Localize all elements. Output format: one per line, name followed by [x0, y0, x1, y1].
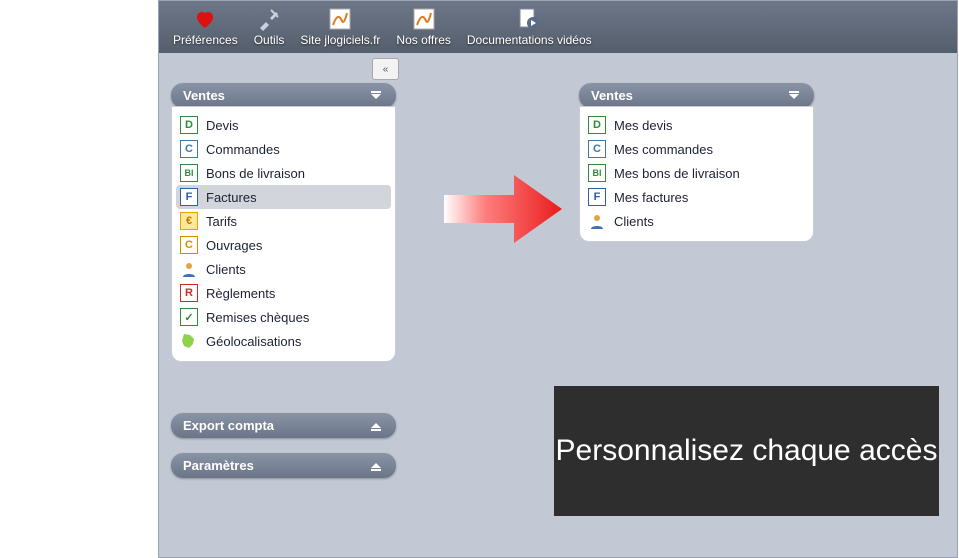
sidebar-item-mes-devis[interactable]: D Mes devis — [584, 113, 809, 137]
toolbar-label: Documentations vidéos — [467, 33, 592, 47]
offers-icon — [412, 7, 436, 31]
row-label: Remises chèques — [206, 310, 309, 325]
doc-d-icon: D — [180, 116, 198, 134]
sidebar-item-tarifs[interactable]: € Tarifs — [176, 209, 391, 233]
doc-c-icon: C — [588, 140, 606, 158]
video-doc-icon — [517, 7, 541, 31]
doc-bl-icon: Bl — [588, 164, 606, 182]
toolbar-site[interactable]: Site jlogiciels.fr — [292, 5, 388, 49]
main-toolbar: Préférences Outils Site jlogiciels.fr No… — [159, 1, 957, 53]
sidebar-item-mes-bons-livraison[interactable]: Bl Mes bons de livraison — [584, 161, 809, 185]
map-france-icon — [180, 332, 198, 350]
panel-title: Export compta — [183, 418, 274, 433]
doc-c2-icon: C — [180, 236, 198, 254]
tools-icon — [257, 7, 281, 31]
expand-up-icon — [368, 458, 384, 474]
panel-head-parametres[interactable]: Paramètres — [171, 453, 396, 478]
collapse-down-icon — [786, 88, 802, 104]
row-label: Géolocalisations — [206, 334, 301, 349]
row-label: Mes bons de livraison — [614, 166, 740, 181]
caption-text: Personnalisez chaque accès — [556, 434, 938, 469]
panel-title: Ventes — [183, 88, 225, 103]
sidebar-item-ouvrages[interactable]: C Ouvrages — [176, 233, 391, 257]
panel-head-ventes-right[interactable]: Ventes — [579, 83, 814, 108]
row-label: Bons de livraison — [206, 166, 305, 181]
row-label: Mes factures — [614, 190, 688, 205]
toolbar-label: Préférences — [173, 33, 238, 47]
panel-title: Ventes — [591, 88, 633, 103]
panel-head-ventes[interactable]: Ventes — [171, 83, 396, 108]
toolbar-tools[interactable]: Outils — [246, 5, 293, 49]
row-label: Mes commandes — [614, 142, 713, 157]
heart-icon — [193, 7, 217, 31]
row-label: Factures — [206, 190, 257, 205]
row-label: Ouvrages — [206, 238, 262, 253]
row-label: Tarifs — [206, 214, 237, 229]
sidebar-item-geolocalisations[interactable]: Géolocalisations — [176, 329, 391, 353]
panel-ventes-right: Ventes D Mes devis C Mes commandes Bl Me… — [579, 83, 814, 242]
doc-r-icon: R — [180, 284, 198, 302]
row-label: Mes devis — [614, 118, 673, 133]
sidebar-item-factures[interactable]: F Factures — [176, 185, 391, 209]
transform-arrow-icon — [444, 169, 564, 249]
sidebar-item-remises-cheques[interactable]: ✓ Remises chèques — [176, 305, 391, 329]
person-icon — [180, 260, 198, 278]
row-label: Clients — [206, 262, 246, 277]
panel-ventes-left: Ventes D Devis C Commandes Bl Bons de li… — [171, 83, 396, 362]
sidebar-item-commandes[interactable]: C Commandes — [176, 137, 391, 161]
sidebar-item-mes-commandes[interactable]: C Mes commandes — [584, 137, 809, 161]
doc-c-icon: C — [180, 140, 198, 158]
sidebar-item-clients[interactable]: Clients — [176, 257, 391, 281]
doc-f-icon: F — [180, 188, 198, 206]
sidebar-item-reglements[interactable]: R Règlements — [176, 281, 391, 305]
row-label: Commandes — [206, 142, 280, 157]
toolbar-label: Nos offres — [396, 33, 450, 47]
toolbar-preferences[interactable]: Préférences — [165, 5, 246, 49]
panel-title: Paramètres — [183, 458, 254, 473]
sidebar-collapse-button[interactable]: « — [372, 58, 399, 80]
row-label: Devis — [206, 118, 239, 133]
doc-f-icon: F — [588, 188, 606, 206]
collapse-down-icon — [368, 88, 384, 104]
toolbar-docs-video[interactable]: Documentations vidéos — [459, 5, 600, 49]
expand-up-icon — [368, 418, 384, 434]
euro-icon: € — [180, 212, 198, 230]
doc-bl-icon: Bl — [180, 164, 198, 182]
panel-body-ventes: D Devis C Commandes Bl Bons de livraison… — [171, 106, 396, 362]
row-label: Règlements — [206, 286, 275, 301]
chevron-left-double-icon: « — [383, 64, 389, 75]
toolbar-offers[interactable]: Nos offres — [388, 5, 458, 49]
site-icon — [328, 7, 352, 31]
panel-export-compta: Export compta — [171, 413, 396, 438]
row-label: Clients — [614, 214, 654, 229]
person-icon — [588, 212, 606, 230]
app-window: Préférences Outils Site jlogiciels.fr No… — [158, 0, 958, 558]
panel-head-export[interactable]: Export compta — [171, 413, 396, 438]
sidebar-item-bons-livraison[interactable]: Bl Bons de livraison — [176, 161, 391, 185]
caption-box: Personnalisez chaque accès — [554, 386, 939, 516]
doc-check-icon: ✓ — [180, 308, 198, 326]
sidebar-item-mes-factures[interactable]: F Mes factures — [584, 185, 809, 209]
toolbar-label: Site jlogiciels.fr — [300, 33, 380, 47]
doc-d-icon: D — [588, 116, 606, 134]
sidebar-item-clients-right[interactable]: Clients — [584, 209, 809, 233]
sidebar-item-devis[interactable]: D Devis — [176, 113, 391, 137]
panel-body-ventes-right: D Mes devis C Mes commandes Bl Mes bons … — [579, 106, 814, 242]
panel-parametres: Paramètres — [171, 453, 396, 478]
toolbar-label: Outils — [254, 33, 285, 47]
